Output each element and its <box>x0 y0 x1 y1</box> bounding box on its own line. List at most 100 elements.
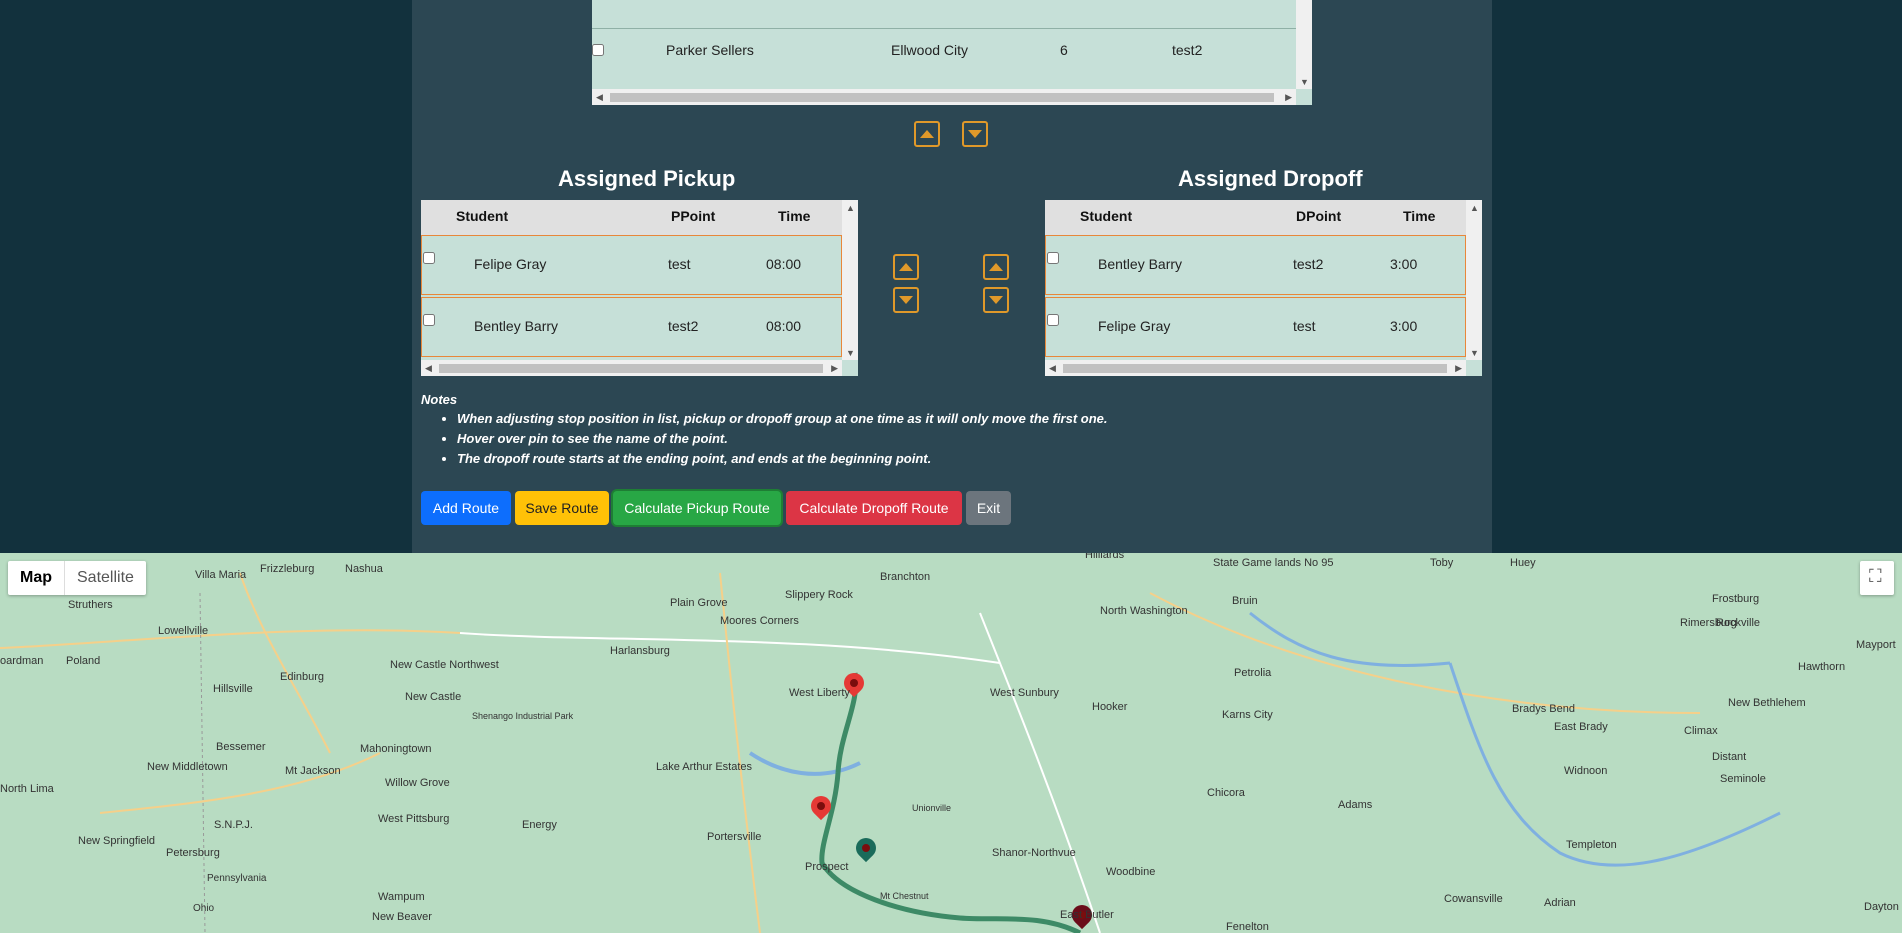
vertical-scrollbar[interactable]: ▼ <box>1296 0 1312 89</box>
pickup-move-up-button[interactable] <box>893 254 919 280</box>
table-row[interactable]: Felipe Gray test 08:00 <box>421 235 842 295</box>
scroll-thumb[interactable] <box>439 364 823 373</box>
time-value: 3:00 <box>1390 256 1418 272</box>
map-place-label: New Castle <box>405 691 462 703</box>
map-place-label: Hillsville <box>213 683 253 695</box>
scroll-up-icon[interactable]: ▲ <box>846 203 855 213</box>
table-row[interactable]: Parker Sellers Ellwood City 6 test2 <box>592 30 1296 90</box>
scroll-left-icon[interactable]: ◀ <box>425 363 432 373</box>
map-place-label: Mt Jackson <box>285 765 341 777</box>
map-place-label: Willow Grove <box>385 777 450 789</box>
map-place-label: North Lima <box>0 783 54 795</box>
horizontal-scrollbar[interactable]: ◀ ▶ <box>421 360 842 376</box>
map-place-label: Widnoon <box>1564 765 1608 777</box>
map-type-satellite[interactable]: Satellite <box>64 561 146 595</box>
vertical-scrollbar[interactable]: ▲ ▼ <box>1466 200 1482 360</box>
map-place-label: State Game lands No 95 <box>1213 557 1334 569</box>
student-name: Bentley Barry <box>474 318 559 334</box>
map-type-map[interactable]: Map <box>8 561 64 595</box>
table-row[interactable]: Bentley Barry test2 3:00 <box>1045 235 1466 295</box>
map-place-label: Nashua <box>345 563 383 575</box>
horizontal-scrollbar[interactable]: ◀ ▶ <box>1045 360 1466 376</box>
map-place-label: Villa Maria <box>195 569 247 581</box>
map-roads <box>0 572 1781 933</box>
add-route-button[interactable]: Add Route <box>421 491 511 525</box>
row-checkbox[interactable] <box>423 252 435 264</box>
row-divider <box>592 28 1296 29</box>
map-place-label: Templeton <box>1566 839 1617 851</box>
row-checkbox[interactable] <box>1047 252 1059 264</box>
scroll-right-icon[interactable]: ▶ <box>1455 363 1462 373</box>
map-place-label: Shenango Industrial Park <box>472 711 574 721</box>
calculate-dropoff-route-button[interactable]: Calculate Dropoff Route <box>786 491 962 525</box>
point-name: test <box>1293 318 1316 334</box>
pickup-move-down-button[interactable] <box>893 287 919 313</box>
map-place-label: West Sunbury <box>990 687 1059 699</box>
map-place-label: Harlansburg <box>610 645 670 657</box>
dropoff-title: Assigned Dropoff <box>1178 166 1363 191</box>
map-place-label: Seminole <box>1720 773 1766 785</box>
move-to-dropoff-button[interactable] <box>962 121 988 147</box>
map-place-label: oardman <box>0 655 44 667</box>
save-route-button[interactable]: Save Route <box>515 491 609 525</box>
map-place-label: Moores Corners <box>720 615 799 627</box>
row-checkbox[interactable] <box>1047 314 1059 326</box>
map-place-label: Bruin <box>1232 595 1258 607</box>
row-checkbox[interactable] <box>592 44 604 56</box>
map-place-label: S.N.P.J. <box>214 819 253 831</box>
map-place-label: Bradys Bend <box>1512 703 1575 715</box>
map-place-label: Hawthorn <box>1798 661 1846 673</box>
map-place-label: New Bethlehem <box>1728 697 1806 709</box>
map-place-label: Karns City <box>1222 709 1273 721</box>
exit-button[interactable]: Exit <box>966 491 1011 525</box>
move-to-pickup-button[interactable] <box>914 121 940 147</box>
header-point: PPoint <box>671 208 716 224</box>
map-place-label: Poland <box>66 655 101 667</box>
dropoff-move-up-button[interactable] <box>983 254 1009 280</box>
map-place-label: Woodbine <box>1106 866 1156 878</box>
map-place-label: Wampum <box>378 891 425 903</box>
scroll-left-icon[interactable]: ◀ <box>1049 363 1056 373</box>
route-map[interactable]: Map Satellite ⛶ Villa Maria Frizzleburg … <box>0 553 1902 933</box>
scroll-down-icon[interactable]: ▼ <box>846 348 855 358</box>
scroll-left-icon[interactable]: ◀ <box>596 92 603 102</box>
calculate-pickup-route-button[interactable]: Calculate Pickup Route <box>613 491 781 525</box>
fullscreen-button[interactable]: ⛶ <box>1860 561 1894 595</box>
map-place-label: Distant <box>1712 751 1747 763</box>
map-type-control: Map Satellite <box>8 561 146 595</box>
pickup-title: Assigned Pickup <box>558 166 736 191</box>
scroll-down-icon[interactable]: ▼ <box>1300 77 1309 87</box>
map-place-label: Chicora <box>1207 787 1245 799</box>
map-place-label: Toby <box>1430 557 1454 569</box>
map-place-label: New Castle Northwest <box>390 659 499 671</box>
row-checkbox[interactable] <box>423 314 435 326</box>
map-place-label: Cowansville <box>1444 893 1503 905</box>
vertical-scrollbar[interactable]: ▲ ▼ <box>842 200 858 360</box>
scroll-right-icon[interactable]: ▶ <box>1285 92 1292 102</box>
map-place-label: West Pittsburg <box>378 813 450 825</box>
table-row[interactable]: Felipe Gray test 3:00 <box>1045 297 1466 357</box>
fullscreen-icon: ⛶ <box>1869 566 1882 586</box>
scroll-down-icon[interactable]: ▼ <box>1470 348 1479 358</box>
horizontal-scrollbar[interactable]: ◀ ▶ <box>592 89 1296 105</box>
point-name: test2 <box>1293 256 1324 272</box>
map-place-label: Branchton <box>880 571 931 583</box>
map-place-label: Climax <box>1684 725 1718 737</box>
table-row[interactable]: Bentley Barry test2 08:00 <box>421 297 842 357</box>
scroll-thumb[interactable] <box>610 93 1274 102</box>
map-place-label: Edinburg <box>280 671 325 683</box>
arrow-up-icon <box>920 130 934 138</box>
header-time: Time <box>1403 208 1436 224</box>
dropoff-move-down-button[interactable] <box>983 287 1009 313</box>
map-place-label: Hooker <box>1092 701 1128 713</box>
student-name: Parker Sellers <box>666 42 754 58</box>
scroll-right-icon[interactable]: ▶ <box>831 363 838 373</box>
arrow-down-icon <box>899 296 913 304</box>
scroll-up-icon[interactable]: ▲ <box>1470 203 1479 213</box>
scroll-thumb[interactable] <box>1063 364 1447 373</box>
note-item: Hover over pin to see the name of the po… <box>457 431 1108 446</box>
arrow-down-icon <box>989 296 1003 304</box>
student-count: 6 <box>1060 42 1068 58</box>
time-value: 3:00 <box>1390 318 1418 334</box>
map-place-label: Frostburg <box>1712 593 1760 605</box>
